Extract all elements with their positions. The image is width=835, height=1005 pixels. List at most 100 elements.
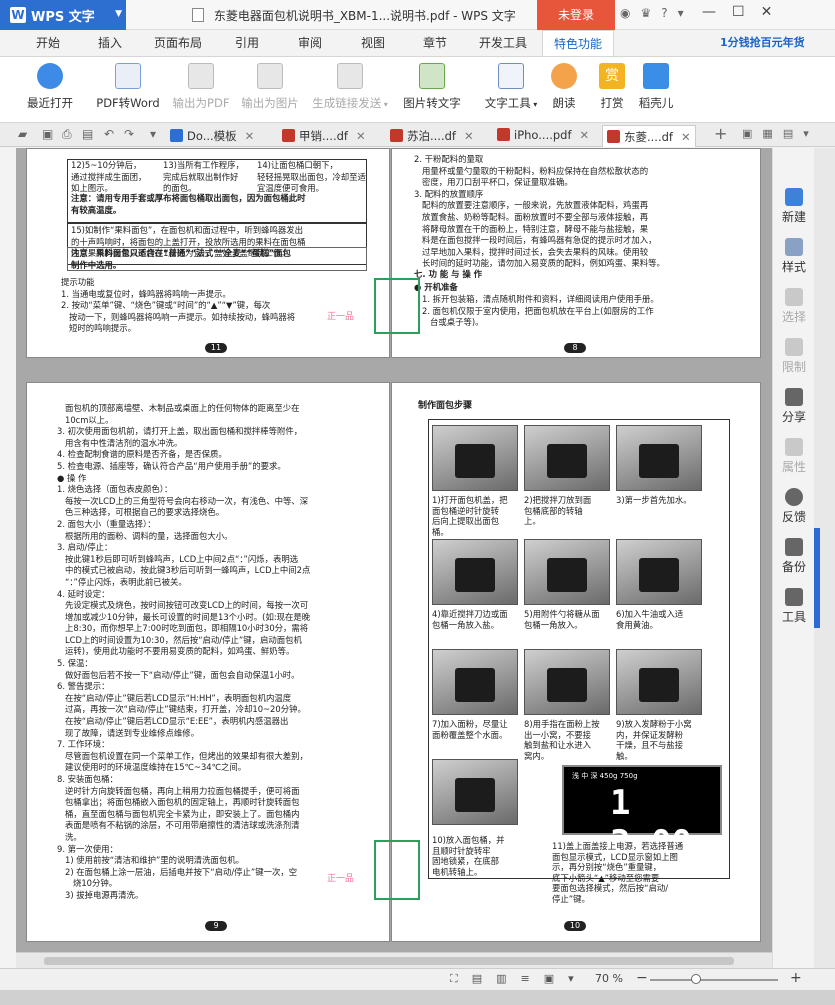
zoom-level[interactable]: 70 % <box>595 972 623 985</box>
web-view-icon[interactable]: ▣ <box>544 972 554 986</box>
reward-icon: 赏 <box>599 63 625 89</box>
reading-view-icon[interactable]: ▥ <box>496 972 506 986</box>
share-link-button[interactable]: 生成链接发送 ▾ <box>308 61 392 111</box>
measuring-section: 2. 干粉配料的量取 用量杯或量勺量取的干粉配料，粉料应保持在自然松散状态的 密… <box>414 154 665 269</box>
sidebar-new[interactable]: 新建 <box>773 188 815 225</box>
chevron-down-icon[interactable]: ▾ <box>568 972 574 986</box>
redo-icon[interactable]: ↷ <box>124 127 134 141</box>
tab-page-layout[interactable]: 页面布局 <box>148 30 208 56</box>
page-11: 12)5~10分钟后， 通过搅拌成生面团， 如上图示。 13)当所有工作程序， … <box>26 148 390 358</box>
chevron-down-icon[interactable]: ▾ <box>803 127 809 140</box>
maximize-button[interactable]: ☐ <box>732 4 745 20</box>
page-view-icon[interactable]: ▤ <box>472 972 482 986</box>
doc-tab-2[interactable]: 甲销....df ✕ <box>278 125 370 147</box>
vertical-scrollbar[interactable] <box>814 148 835 968</box>
reward-button[interactable]: 赏 打赏 <box>596 61 628 111</box>
view-mode-icons: ⛶ ▤ ▥ ≡ ▣ ▾ <box>450 972 574 986</box>
fullscreen-icon[interactable]: ⛶ <box>450 972 458 986</box>
tab-view[interactable]: 视图 <box>351 30 395 56</box>
tab-special-features[interactable]: 特色功能 <box>542 30 614 56</box>
chevron-down-icon[interactable]: ▾ <box>678 6 684 20</box>
app-menu-button[interactable]: W WPS 文字 ▼ <box>0 0 126 30</box>
step-photo-8 <box>524 649 610 715</box>
login-button[interactable]: 未登录 <box>537 0 615 30</box>
document-workspace[interactable]: 12)5~10分钟后， 通过搅拌成生面团， 如上图示。 13)当所有工作程序， … <box>16 148 772 968</box>
doc-tab-4[interactable]: iPho....pdf ✕ <box>493 125 593 147</box>
close-button[interactable]: ✕ <box>761 4 773 20</box>
preview-icon[interactable]: ▤ <box>82 127 93 141</box>
tab-tools: ▣ ▦ ▤ ▾ <box>742 127 809 140</box>
shirt-icon[interactable]: ♛ <box>640 6 651 20</box>
minimize-button[interactable]: — <box>702 4 716 20</box>
save-icon[interactable]: ▣ <box>42 127 53 141</box>
undo-icon[interactable]: ↶ <box>104 127 114 141</box>
tab-developer[interactable]: 开发工具 <box>472 30 534 56</box>
skin-icon[interactable]: ◉ <box>620 6 630 20</box>
doc-tab-3[interactable]: 苏泊....df ✕ <box>386 125 478 147</box>
doc-tab-1[interactable]: Do...模板 ✕ <box>166 125 258 147</box>
close-icon[interactable]: ✕ <box>464 129 474 143</box>
close-icon[interactable]: ✕ <box>245 129 255 143</box>
horizontal-scrollbar[interactable] <box>16 952 772 968</box>
folder-icon[interactable]: ▰ <box>18 127 27 141</box>
doc-tab-5[interactable]: 东菱....df ✕ <box>602 125 696 147</box>
backup-icon <box>785 538 803 556</box>
chevron-down-icon: ▼ <box>115 9 122 19</box>
sidebar-tools[interactable]: 工具 <box>773 588 815 625</box>
tab-home[interactable]: 开始 <box>28 30 68 56</box>
export-image-button[interactable]: 输出为图片 <box>238 61 302 111</box>
sidebar-collapse-handle[interactable] <box>814 528 820 628</box>
sidebar-backup[interactable]: 备份 <box>773 538 815 575</box>
preparation-text: 1. 拆开包装箱，清点随机附件和资料，详细阅读用户使用手册。 2. 面包机仅限于… <box>421 294 659 328</box>
square-icon[interactable]: ▣ <box>742 127 752 140</box>
outline-view-icon[interactable]: ≡ <box>521 972 530 986</box>
pdf-word-icon <box>115 63 141 89</box>
sidebar-restrict[interactable]: 限制 <box>773 338 815 375</box>
tab-insert[interactable]: 插入 <box>88 30 132 56</box>
close-icon[interactable]: ✕ <box>580 128 590 142</box>
sidebar-properties[interactable]: 属性 <box>773 438 815 475</box>
cell-step-14: 14)让面包桶口朝下， 轻轻摇晃取出面包，冷却至适 宜温度便可食用。 <box>257 160 366 194</box>
tab-references[interactable]: 引用 <box>225 30 269 56</box>
sidebar-select[interactable]: 选择 <box>773 288 815 325</box>
text-tools-button[interactable]: 文字工具 ▾ <box>480 61 542 111</box>
grid-icon[interactable]: ▦ <box>762 127 772 140</box>
docer-button[interactable]: 稻壳儿 <box>636 61 676 111</box>
link-icon <box>337 63 363 89</box>
sidebar-style[interactable]: 样式 <box>773 238 815 275</box>
image-to-text-button[interactable]: 图片转文字 <box>400 61 464 111</box>
zoom-out-button[interactable]: − <box>636 970 648 986</box>
step-caption-5: 5)用附件勺将糖从面 包桶一角放入。 <box>524 609 600 630</box>
step-caption-9: 9)放入发酵粉于小窝 内，并保证发酵粉 干燥，且不与盐接 触。 <box>616 719 692 761</box>
close-icon[interactable]: ✕ <box>356 129 366 143</box>
wps-window: W WPS 文字 ▼ 东菱电器面包机说明书_XBM-1...说明书.pdf - … <box>0 0 835 1005</box>
export-pdf-button[interactable]: 输出为PDF <box>170 61 232 111</box>
page-number: 10 <box>564 921 586 931</box>
pdf-to-word-button[interactable]: PDF转Word <box>92 61 164 111</box>
export-image-icon <box>257 63 283 89</box>
zoom-slider-knob[interactable] <box>691 974 702 984</box>
new-tab-button[interactable]: + <box>714 124 727 143</box>
zoom-slider[interactable] <box>650 974 778 984</box>
window-title: 东菱电器面包机说明书_XBM-1...说明书.pdf - WPS 文字 <box>192 7 516 24</box>
sidebar-share[interactable]: 分享 <box>773 388 815 425</box>
promo-link[interactable]: 1分钱抢百元年货 <box>720 30 805 56</box>
zoom-in-button[interactable]: + <box>790 970 802 986</box>
operation-text: 面包机的顶部离墙壁、木制品或桌面上的任何物体的距离至少在 10cm以上。 3. … <box>57 403 311 900</box>
selection-marker[interactable] <box>374 840 420 900</box>
export-pdf-icon <box>188 63 214 89</box>
sidebar-feedback[interactable]: 反馈 <box>773 488 815 525</box>
recent-open-button[interactable]: 最近打开 <box>22 61 78 111</box>
tab-sections[interactable]: 章节 <box>413 30 457 56</box>
chevron-down-icon[interactable]: ▾ <box>150 127 156 141</box>
close-icon[interactable]: ✕ <box>681 130 691 144</box>
scroll-thumb[interactable] <box>44 957 734 965</box>
selection-marker[interactable] <box>374 278 420 334</box>
print-icon[interactable]: ⎙ <box>62 127 72 142</box>
note-gloves: 注意：请用专用手套或厚布将面包桶取出面包，因为面包桶此时 有较高温度。 <box>71 193 306 215</box>
tab-review[interactable]: 审阅 <box>288 30 332 56</box>
help-icon[interactable]: ? <box>661 6 667 20</box>
page-8: 2. 干粉配料的量取 用量杯或量勺量取的干粉配料，粉料应保持在自然松散状态的 密… <box>391 148 761 358</box>
read-aloud-button[interactable]: 朗读 <box>548 61 580 111</box>
list-icon[interactable]: ▤ <box>783 127 793 140</box>
